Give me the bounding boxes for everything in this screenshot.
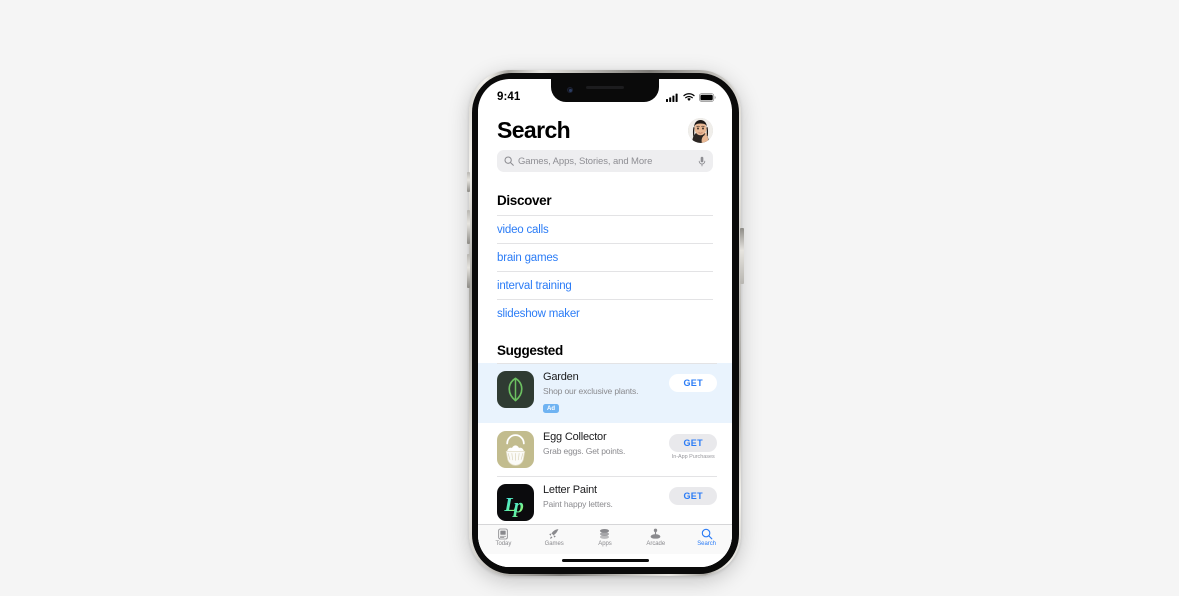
tab-label: Games <box>544 541 564 547</box>
tab-today[interactable]: Today <box>478 528 529 547</box>
app-row-egg-collector[interactable]: Egg Collector Grab eggs. Get points. GET… <box>478 423 732 476</box>
tab-label: Arcade <box>646 541 666 547</box>
cellular-signal-icon <box>666 93 678 102</box>
arcade-joystick-icon <box>650 528 661 539</box>
volume-down-button[interactable] <box>466 254 470 288</box>
discover-item-video-calls[interactable]: video calls <box>497 215 713 243</box>
avatar-memoji-image <box>688 118 713 143</box>
screen-header: Search <box>478 109 732 150</box>
suggested-section: Suggested Garden Shop our exclusive plan… <box>478 343 732 524</box>
home-indicator-area <box>478 554 732 567</box>
search-icon <box>504 156 514 166</box>
app-meta: Letter Paint Paint happy letters. <box>543 484 660 510</box>
tab-arcade[interactable]: Arcade <box>630 528 681 547</box>
app-subtitle: Paint happy letters. <box>543 498 613 509</box>
iphone-device: 9:41 Search Games, Apps, Stories, and Mo… <box>466 70 744 576</box>
ad-badge: Ad <box>543 404 560 413</box>
display-notch <box>551 79 659 102</box>
home-indicator[interactable] <box>561 558 649 563</box>
app-store-search-screen: Search Games, Apps, Stories, and More Di… <box>478 109 732 567</box>
microphone-icon[interactable] <box>698 156 706 167</box>
app-subtitle: Grab eggs. Get points. <box>543 445 626 456</box>
tab-label: Search <box>697 541 716 547</box>
discover-section: Discover video calls brain games interva… <box>478 193 732 326</box>
side-power-button[interactable] <box>740 228 744 284</box>
in-app-purchases-note: In-App Purchases <box>671 453 715 460</box>
get-button[interactable]: GET <box>669 374 717 392</box>
app-row-letter-paint[interactable]: L p Letter Paint Paint happy letters. GE… <box>478 475 732 524</box>
get-button[interactable]: GET <box>669 486 717 505</box>
tab-search[interactable]: Search <box>681 528 732 547</box>
search-placeholder-text: Games, Apps, Stories, and More <box>518 155 653 167</box>
volume-up-button[interactable] <box>466 210 470 244</box>
page-title: Search <box>497 117 571 143</box>
get-button[interactable]: GET <box>669 433 717 452</box>
profile-avatar[interactable] <box>688 118 713 143</box>
rocket-icon <box>549 529 559 539</box>
app-meta: Garden Shop our exclusive plants. Ad <box>543 371 660 415</box>
earpiece-speaker <box>586 86 624 89</box>
mute-switch-button[interactable] <box>467 172 470 192</box>
status-icons <box>666 92 716 102</box>
phone-screen: 9:41 Search Games, Apps, Stories, and Mo… <box>478 79 732 567</box>
suggested-heading: Suggested <box>497 343 563 358</box>
wifi-icon <box>683 92 695 101</box>
svg-text:p: p <box>512 495 524 517</box>
app-name: Egg Collector <box>543 430 607 443</box>
app-row-garden[interactable]: Garden Shop our exclusive plants. Ad GET <box>478 363 732 423</box>
egg-basket-app-icon <box>497 430 534 468</box>
tab-games[interactable]: Games <box>529 528 580 547</box>
app-name: Garden <box>543 371 579 383</box>
scroll-area[interactable]: Search Games, Apps, Stories, and More Di… <box>478 109 732 524</box>
discover-item-brain-games[interactable]: brain games <box>497 243 713 271</box>
today-card-icon <box>498 528 509 540</box>
letter-paint-app-icon: L p <box>497 483 534 521</box>
stacked-apps-icon <box>600 528 610 539</box>
search-field-wrapper: Games, Apps, Stories, and More <box>478 150 732 172</box>
app-action-group: GET <box>669 484 717 505</box>
app-action-group: GET <box>669 371 717 392</box>
search-icon <box>701 528 712 540</box>
suggested-app-list: Garden Shop our exclusive plants. Ad GET <box>478 363 732 524</box>
app-action-group: GET In-App Purchases <box>669 431 717 460</box>
front-camera-icon <box>567 87 573 93</box>
search-input[interactable]: Games, Apps, Stories, and More <box>497 150 713 172</box>
app-subtitle: Shop our exclusive plants. <box>543 385 639 396</box>
tab-label: Apps <box>598 541 612 547</box>
status-time: 9:41 <box>497 91 521 103</box>
discover-item-slideshow-maker[interactable]: slideshow maker <box>497 299 713 326</box>
tab-label: Today <box>495 541 512 547</box>
discover-heading: Discover <box>497 193 552 208</box>
app-meta: Egg Collector Grab eggs. Get points. <box>543 431 660 457</box>
garden-leaf-app-icon <box>497 371 534 408</box>
discover-list: video calls brain games interval trainin… <box>478 215 732 326</box>
battery-icon <box>699 92 716 102</box>
tab-bar: Today Games Apps Arcade Search <box>478 524 732 554</box>
tab-apps[interactable]: Apps <box>580 528 631 547</box>
app-name: Letter Paint <box>543 483 597 496</box>
discover-item-interval-training[interactable]: interval training <box>497 271 713 299</box>
